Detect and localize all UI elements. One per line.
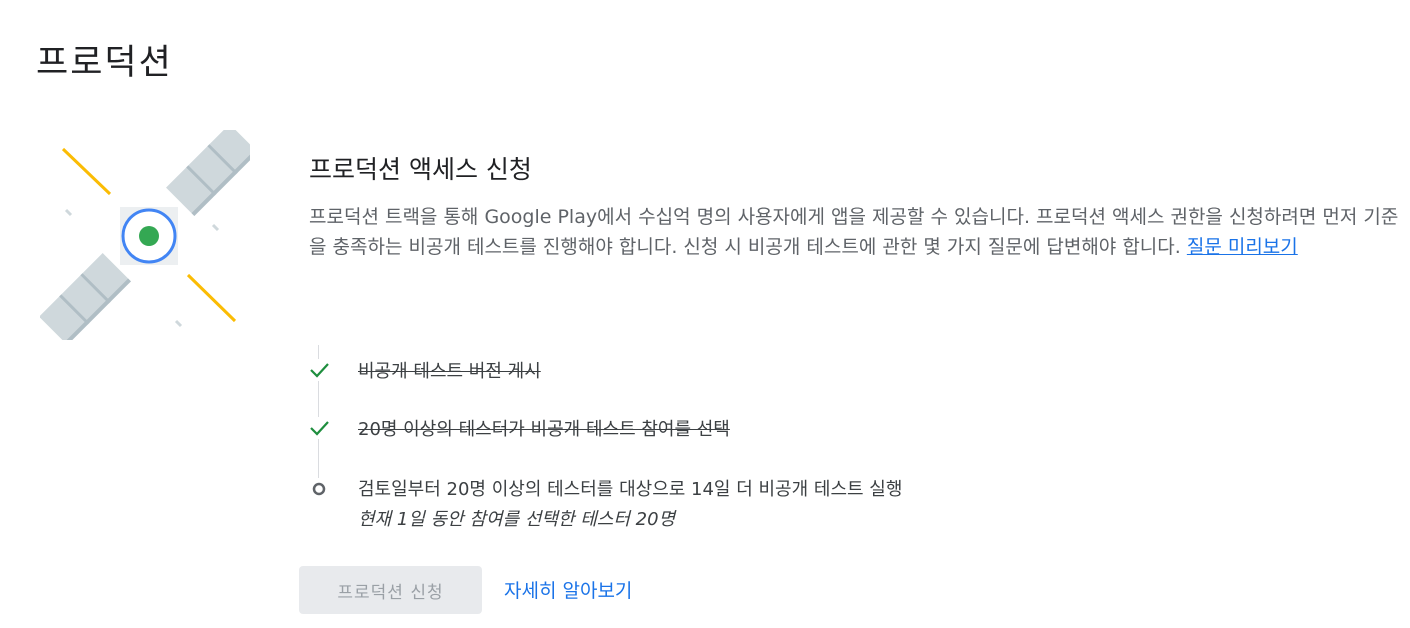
dash-2 <box>211 223 220 232</box>
requirements-steps: 비공개 테스트 버전 게시 20명 이상의 테스터가 비공개 테스트 참여를 선… <box>300 345 1300 535</box>
signal-line-bottom <box>186 273 237 323</box>
learn-more-link[interactable]: 자세히 알아보기 <box>504 576 632 603</box>
step-label: 비공개 테스트 버전 게시 <box>358 361 541 382</box>
page-title: 프로덕션 <box>36 43 173 83</box>
signal-line-top <box>61 147 112 196</box>
step-sublabel: 현재 1일 동안 참여를 선택한 테스터 20명 <box>358 509 676 530</box>
solar-panel-top <box>166 130 250 216</box>
solar-panel-bottom <box>40 253 131 340</box>
card-title: 프로덕션 액세스 신청 <box>309 155 532 184</box>
step-label: 검토일부터 20명 이상의 테스터를 대상으로 14일 더 비공개 테스트 실행 <box>358 479 903 500</box>
apply-production-button[interactable]: 프로덕션 신청 <box>299 566 482 614</box>
card-description: 프로덕션 트랙을 통해 Google Play에서 수십억 명의 사용자에게 앱… <box>309 202 1404 262</box>
satellite-illustration <box>40 130 250 340</box>
dash-3 <box>174 319 183 328</box>
step-label: 20명 이상의 테스터가 비공개 테스트 참여를 선택 <box>358 419 730 440</box>
check-icon <box>308 359 330 381</box>
satellite-core <box>139 226 159 246</box>
production-page: 프로덕션 프로덕션 액세스 신청 프로덕션 트랙을 통해 Google Play… <box>0 0 1410 628</box>
circle-outline-icon <box>308 478 330 500</box>
check-icon <box>308 417 330 439</box>
preview-questions-link[interactable]: 질문 미리보기 <box>1187 236 1298 258</box>
dash-1 <box>64 208 73 217</box>
